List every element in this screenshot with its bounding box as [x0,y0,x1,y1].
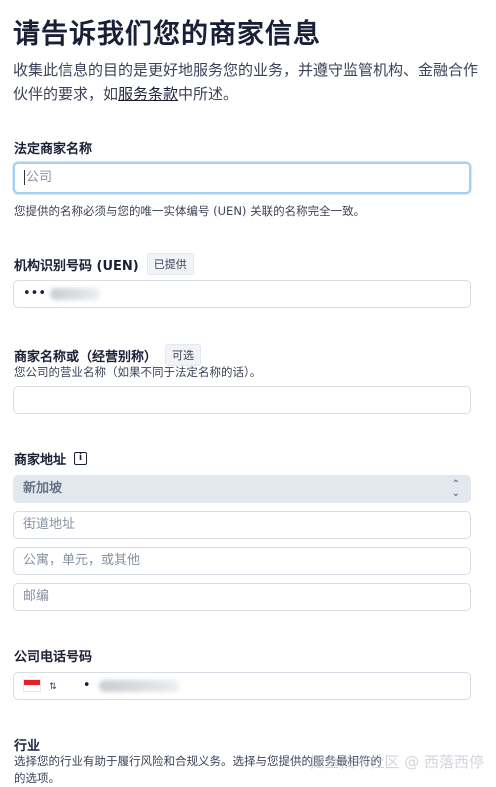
redacted-value [98,679,179,692]
postal-code-input[interactable]: 邮编 [13,583,471,611]
intro-text: 收集此信息的目的是更好地服务您的业务，并遵守监管机构、金融合作伙伴的要求，如服务… [13,61,479,103]
terms-of-service-link[interactable]: 服务条款 [118,85,178,103]
chevron-up-down-icon: ⌃ ⌄ [451,479,460,499]
dba-label: 商家名称或（经营别称） 可选 [14,344,202,366]
dba-input[interactable] [13,386,471,414]
industry-label: 行业 [14,739,41,754]
uen-label: 机构识别号码 (UEN) 已提供 [14,253,194,275]
optional-badge: 可选 [165,344,202,366]
country-select[interactable]: 新加坡 ⌃ ⌄ [13,475,471,503]
text-caret [24,170,25,185]
unit-input[interactable]: 公寓，单元，或其他 [13,547,471,575]
redacted-value [50,287,101,300]
street-address-input[interactable]: 街道地址 [13,511,471,539]
phone-input[interactable]: ⇅ • [13,672,471,700]
watermark: 掘金技术社区 @ 西落西停 [309,753,484,771]
uen-masked-value: ••• [23,286,47,301]
phone-masked-value: • [82,678,91,693]
legal-name-input[interactable]: 公司 [13,162,471,194]
info-icon[interactable]: i [74,452,88,465]
chevron-up-down-icon[interactable]: ⇅ [49,682,57,692]
legal-name-label: 法定商家名称 [14,142,93,157]
dba-help: 您公司的营业名称（如果不同于法定名称的话）。 [14,365,262,379]
provided-badge: 已提供 [146,253,194,275]
singapore-flag-icon[interactable] [23,679,41,692]
country-value: 新加坡 [23,481,63,496]
phone-label: 公司电话号码 [14,650,93,665]
page-title: 请告诉我们您的商家信息 [13,19,321,50]
address-label: 商家地址 i [14,449,88,468]
legal-name-placeholder: 公司 [26,170,53,185]
legal-name-help: 您提供的名称必须与您的唯一实体编号 (UEN) 关联的名称完全一致。 [14,204,366,218]
uen-input[interactable]: ••• [13,280,471,308]
